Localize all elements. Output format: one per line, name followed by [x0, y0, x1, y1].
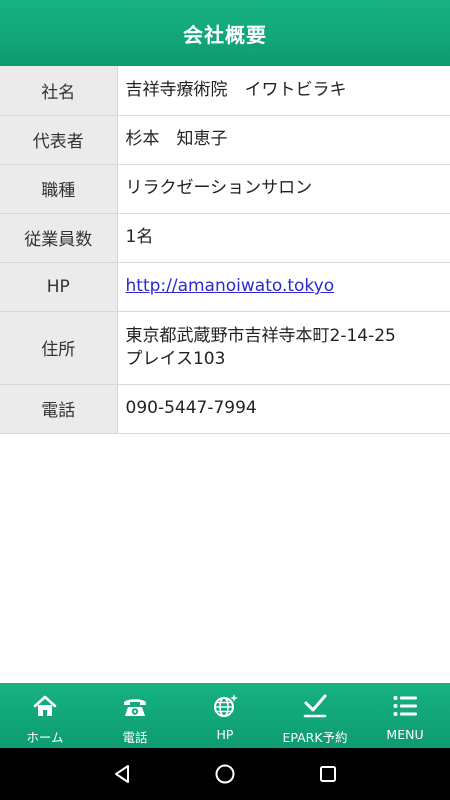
row-value-representative: 杉本 知恵子: [117, 115, 450, 165]
address-line-2: プレイス103: [125, 348, 226, 369]
tab-home[interactable]: ホーム: [0, 683, 90, 748]
table-row: 電話 090-5447-7994: [0, 384, 450, 434]
row-value-industry: リラクゼーションサロン: [117, 164, 450, 214]
app-header: 会社概要: [0, 0, 450, 66]
row-value-company-name: 吉祥寺療術院 イワトビラキ: [117, 66, 450, 116]
row-label-industry: 職種: [0, 164, 118, 214]
website-link[interactable]: http://amanoiwato.tokyo: [126, 276, 335, 296]
android-nav-bar: [0, 748, 450, 800]
table-row: 社名 吉祥寺療術院 イワトビラキ: [0, 66, 450, 116]
nav-back-button[interactable]: [102, 754, 142, 794]
row-label-phone: 電話: [0, 384, 118, 434]
tab-home-label: ホーム: [26, 730, 64, 745]
company-info-table: 社名 吉祥寺療術院 イワトビラキ 代表者 杉本 知恵子 職種 リラクゼーションサ…: [0, 66, 450, 434]
recents-square-icon: [320, 766, 337, 782]
row-value-employees: 1名: [117, 213, 450, 263]
page-title: 会社概要: [183, 22, 267, 47]
check-icon: [303, 694, 327, 718]
row-label-hp: HP: [0, 262, 118, 312]
nav-home-button[interactable]: [205, 754, 245, 794]
bottom-tab-bar: ホーム 電話 HP EPARK予約 MENU: [0, 683, 450, 748]
row-label-representative: 代表者: [0, 115, 118, 165]
table-row: 従業員数 1名: [0, 213, 450, 263]
nav-recents-button[interactable]: [308, 754, 348, 794]
tab-menu[interactable]: MENU: [360, 683, 450, 748]
tab-epark[interactable]: EPARK予約: [270, 683, 360, 748]
tab-epark-label: EPARK予約: [282, 730, 348, 745]
row-value-address: 東京都武蔵野市吉祥寺本町2-14-25 プレイス103: [117, 311, 450, 385]
table-row: 住所 東京都武蔵野市吉祥寺本町2-14-25 プレイス103: [0, 311, 450, 385]
tab-hp-label: HP: [216, 727, 234, 742]
phone-icon: [124, 699, 146, 716]
home-circle-icon: [215, 764, 235, 784]
tab-phone[interactable]: 電話: [90, 683, 180, 748]
globe-icon: [214, 694, 238, 717]
tab-phone-label: 電話: [122, 730, 148, 745]
row-label-company-name: 社名: [0, 66, 118, 116]
row-value-phone: 090-5447-7994: [117, 384, 450, 434]
row-label-employees: 従業員数: [0, 213, 118, 263]
table-row: 職種 リラクゼーションサロン: [0, 164, 450, 214]
row-value-hp: http://amanoiwato.tokyo: [117, 262, 450, 312]
tab-hp[interactable]: HP: [180, 683, 270, 748]
menu-icon: [393, 696, 417, 716]
table-row: 代表者 杉本 知恵子: [0, 115, 450, 165]
tab-menu-label: MENU: [386, 727, 424, 742]
table-row: HP http://amanoiwato.tokyo: [0, 262, 450, 312]
back-triangle-icon: [114, 765, 129, 783]
address-line-1: 東京都武蔵野市吉祥寺本町2-14-25: [125, 325, 396, 346]
row-label-address: 住所: [0, 311, 118, 385]
home-icon: [33, 695, 57, 716]
